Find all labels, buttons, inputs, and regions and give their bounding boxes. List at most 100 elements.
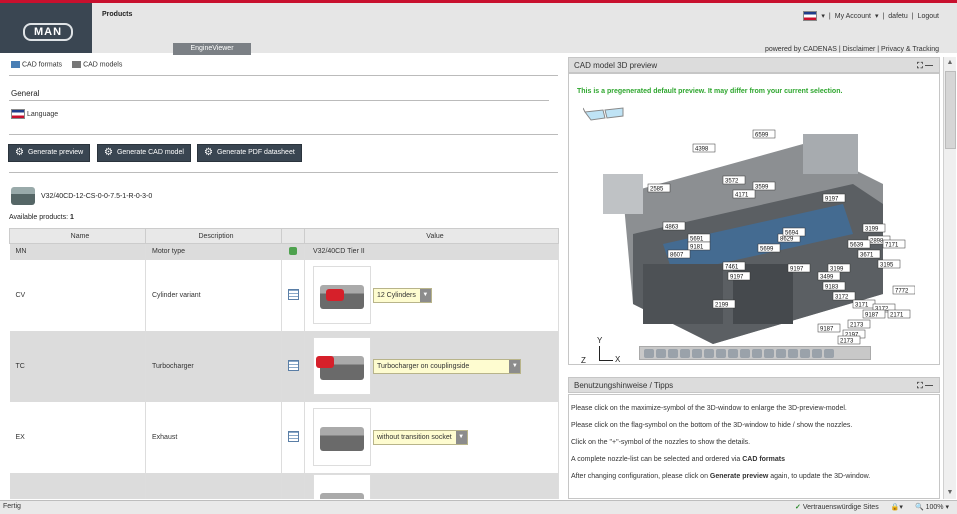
cad-models-link[interactable]: CAD models [72,61,122,68]
chevron-down-icon: ▼ [419,288,431,302]
cad-toolbar [639,346,871,360]
tip-text: Please click on the flag-symbol on the b… [571,422,853,429]
exhaust-select[interactable]: without transition socket ▼ [372,429,468,445]
preview-note: This is a pregenerated default preview. … [577,88,843,95]
toolbar-button-icon[interactable] [812,348,822,358]
toolbar-button-icon[interactable] [740,348,750,358]
generate-cad-model-button[interactable]: ⚙ Generate CAD model [97,144,191,162]
toolbar-button-icon[interactable] [800,348,810,358]
divider [9,172,558,173]
nozzle-label[interactable]: 2199 [712,299,736,309]
toolbar-button-icon[interactable] [728,348,738,358]
cylinder-variant-select[interactable]: 12 Cylinders ▼ [372,287,432,303]
nozzle-label[interactable]: 9197 [727,271,751,281]
3d-glasses-icon[interactable] [583,104,625,126]
generate-preview-button[interactable]: ⚙ Generate preview [8,144,91,162]
column-header-value[interactable]: Value [304,228,559,244]
nozzle-label[interactable]: 3172 [832,291,856,301]
table-icon[interactable] [287,288,299,300]
nozzle-label[interactable]: 3599 [752,181,776,191]
logout-link[interactable]: Logout [918,13,939,20]
maximize-minimize-icon[interactable]: ⛶ — [917,58,933,74]
nozzle-label[interactable]: 9187 [817,323,841,333]
nozzle-label[interactable]: 7772 [892,285,915,295]
toolbar-button-icon[interactable] [788,348,798,358]
nozzle-label[interactable]: 4398 [692,143,716,153]
nozzle-label[interactable]: 2585 [647,183,671,193]
uk-flag-icon[interactable] [803,11,818,21]
nozzle-label[interactable]: 9187 [862,309,886,319]
tip-text: Please click on the maximize-symbol of t… [571,405,847,412]
powered-by-links[interactable]: powered by CADENAS | Disclaimer | Privac… [765,46,939,53]
nozzle-label[interactable]: 2173 [847,319,871,329]
dropdown-arrow-icon[interactable]: ▾ [875,12,879,20]
turbocharger-select[interactable]: Turbocharger on couplingside ▼ [372,358,522,374]
my-account-link[interactable]: My Account [835,13,871,20]
tip-text: After changing configuration, please cli… [571,473,871,480]
nozzle-label[interactable]: 7171 [882,239,906,249]
engine-3d-model[interactable]: 6599 4398 2585 3572 3599 4171 9197 4863 5691 9181… [593,124,915,364]
nozzle-label[interactable]: 5639 [847,239,871,249]
table-icon[interactable] [287,430,299,442]
zoom-level[interactable]: 🔍 100% ▾ [915,503,949,511]
nozzle-label[interactable]: 3171 [852,299,876,309]
table-icon[interactable] [287,359,299,371]
toolbar-button-icon[interactable] [692,348,702,358]
part-number: V32/40CD-12-CS-0-0-7.5-1-R-0-3-0 [11,187,152,205]
nozzle-label[interactable]: 5699 [757,243,781,253]
preview-window[interactable]: This is a pregenerated default preview. … [568,73,940,365]
toolbar-button-icon[interactable] [824,348,834,358]
nozzle-label[interactable]: 9197 [822,193,846,203]
tab-engineviewer[interactable]: EngineViewer [173,43,251,55]
toolbar-button-icon[interactable] [752,348,762,358]
toolbar-button-icon[interactable] [644,348,654,358]
svg-text:3171: 3171 [855,303,869,309]
cad-formats-link[interactable]: CAD formats [11,61,62,68]
nozzle-label[interactable]: 5694 [782,227,806,237]
table-row: CV Cylinder variant 12 Cylinders ▼ [9,259,559,331]
maximize-minimize-icon[interactable]: ⛶ — [917,378,933,394]
svg-text:2199: 2199 [715,303,729,309]
scroll-down-icon[interactable]: ▼ [944,487,956,499]
nozzle-label[interactable]: 9181 [687,241,711,251]
nozzle-label[interactable]: 3199 [827,263,851,273]
nozzle-label[interactable]: 5691 [687,233,711,243]
protected-mode-icon[interactable]: 🔒▾ [891,503,903,511]
engine-thumbnail-icon [11,187,35,205]
vertical-scrollbar[interactable]: ▲ ▼ [943,57,956,499]
trusted-sites-zone[interactable]: ✓ Vertrauenswürdige Sites [795,503,879,511]
nozzle-label[interactable]: 3499 [817,271,841,281]
nozzle-label[interactable]: 4863 [662,221,686,231]
column-header-description[interactable]: Description [145,228,282,244]
language-selector[interactable]: Language [11,109,58,119]
nozzle-label[interactable]: 7461 [722,261,746,271]
man-logo[interactable]: MAN [0,3,92,53]
nozzle-label[interactable]: 2171 [887,309,911,319]
nozzle-label[interactable]: 2173 [837,335,861,345]
nozzle-label[interactable]: 3671 [857,249,881,259]
nozzle-label[interactable]: 4171 [732,189,756,199]
toolbar-button-icon[interactable] [716,348,726,358]
svg-text:6599: 6599 [755,133,769,139]
toolbar-button-icon[interactable] [764,348,774,358]
scroll-up-icon[interactable]: ▲ [944,57,956,69]
nozzle-label[interactable]: 3199 [862,223,886,233]
toolbar-button-icon[interactable] [656,348,666,358]
nozzle-label[interactable]: 9183 [822,281,846,291]
toolbar-button-icon[interactable] [776,348,786,358]
flag-icon[interactable] [704,348,714,358]
toolbar-button-icon[interactable] [680,348,690,358]
column-header-name[interactable]: Name [9,228,146,244]
table-row: EX Exhaust without transition socket ▼ [9,401,559,473]
nozzle-label[interactable]: 3572 [722,175,746,185]
dropdown-arrow-icon[interactable]: ▾ [821,12,825,20]
nozzle-label[interactable]: 8607 [667,249,691,259]
nozzle-label[interactable]: 6599 [752,129,776,139]
svg-text:2173: 2173 [840,339,854,345]
generate-pdf-datasheet-button[interactable]: ⚙ Generate PDF datasheet [197,144,302,162]
nozzle-label[interactable]: 3195 [877,259,901,269]
nozzle-label[interactable]: 9197 [787,263,811,273]
scroll-thumb[interactable] [945,71,956,149]
toolbar-button-icon[interactable] [668,348,678,358]
products-label[interactable]: Products [102,11,132,18]
